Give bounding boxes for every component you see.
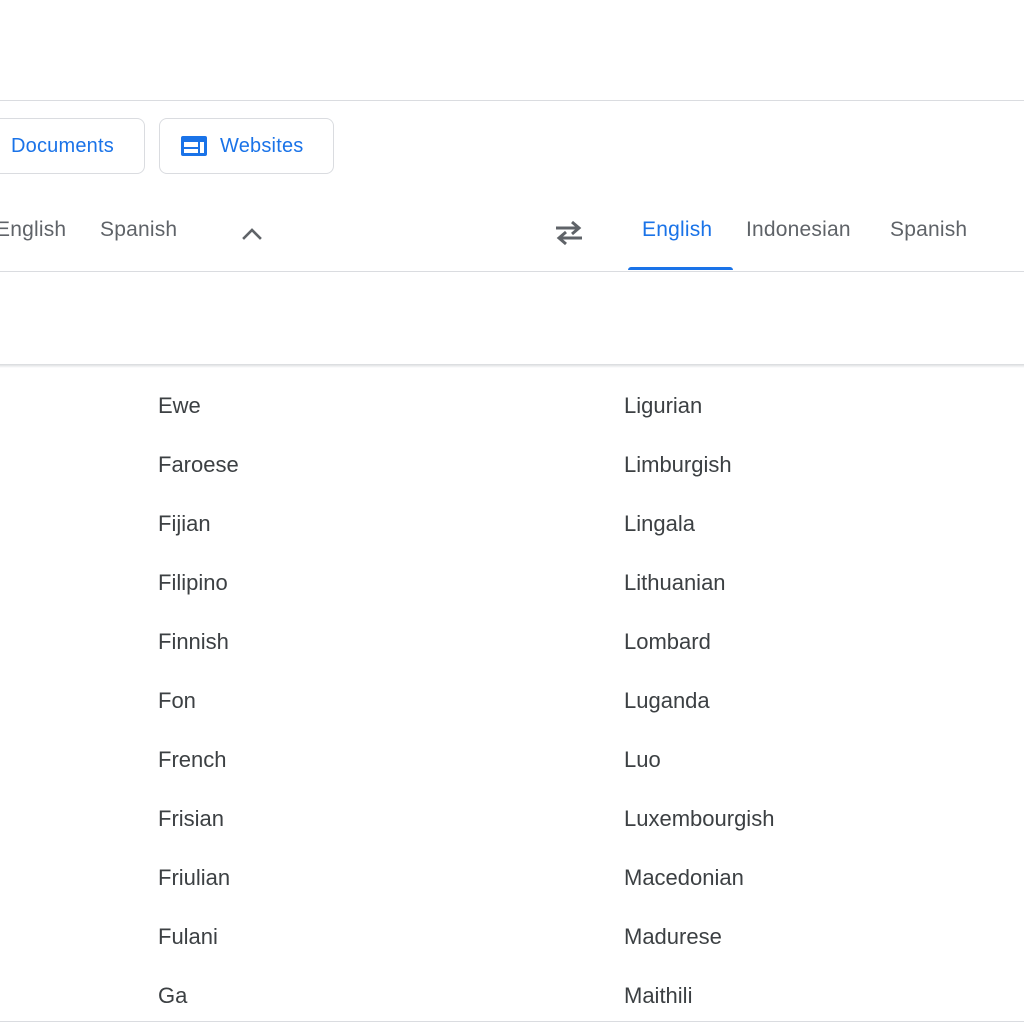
documents-button-label: Documents [11,134,114,157]
language-option[interactable]: Finnish [158,610,239,669]
language-option[interactable]: Frisian [158,787,239,846]
language-option[interactable]: Filipino [158,551,239,610]
language-search-area[interactable] [0,272,1024,364]
source-tab-spanish[interactable]: Spanish [100,218,177,242]
language-option[interactable]: Ga [158,964,239,1023]
language-list-column-left: Ewe Faroese Fijian Filipino Finnish Fon … [158,374,239,1023]
swap-languages-icon[interactable] [552,218,586,248]
web-page-icon [181,136,207,156]
chevron-up-icon[interactable] [238,220,266,248]
language-option[interactable]: Limburgish [624,433,774,492]
language-option[interactable]: Madurese [624,905,774,964]
websites-button[interactable]: Websites [159,118,334,174]
language-option[interactable]: Fon [158,669,239,728]
language-option[interactable]: Fulani [158,905,239,964]
language-option[interactable]: Faroese [158,433,239,492]
target-tab-indonesian[interactable]: Indonesian [746,218,851,242]
source-tab-english[interactable]: English [0,218,66,242]
translate-page: Documents Websites English Spanish Engli… [0,0,1024,1024]
target-tab-spanish[interactable]: Spanish [890,218,967,242]
language-list-column-right: Ligurian Limburgish Lingala Lithuanian L… [624,374,774,1023]
list-bottom-divider [0,1021,1024,1022]
language-option[interactable]: Lombard [624,610,774,669]
language-option[interactable]: Fijian [158,492,239,551]
header-divider [0,100,1024,101]
active-tab-indicator [628,267,733,270]
language-option[interactable]: Ligurian [624,374,774,433]
language-option[interactable]: Luxembourgish [624,787,774,846]
language-option[interactable]: Lingala [624,492,774,551]
language-option[interactable]: Maithili [624,964,774,1023]
language-option[interactable]: Lithuanian [624,551,774,610]
language-option[interactable]: Luganda [624,669,774,728]
language-option[interactable]: French [158,728,239,787]
language-option[interactable]: Ewe [158,374,239,433]
documents-button[interactable]: Documents [0,118,145,174]
target-tab-english[interactable]: English [642,218,712,242]
panel-shadow [0,364,1024,368]
websites-button-label: Websites [220,134,304,157]
language-option[interactable]: Macedonian [624,846,774,905]
language-option[interactable]: Friulian [158,846,239,905]
language-option[interactable]: Luo [624,728,774,787]
